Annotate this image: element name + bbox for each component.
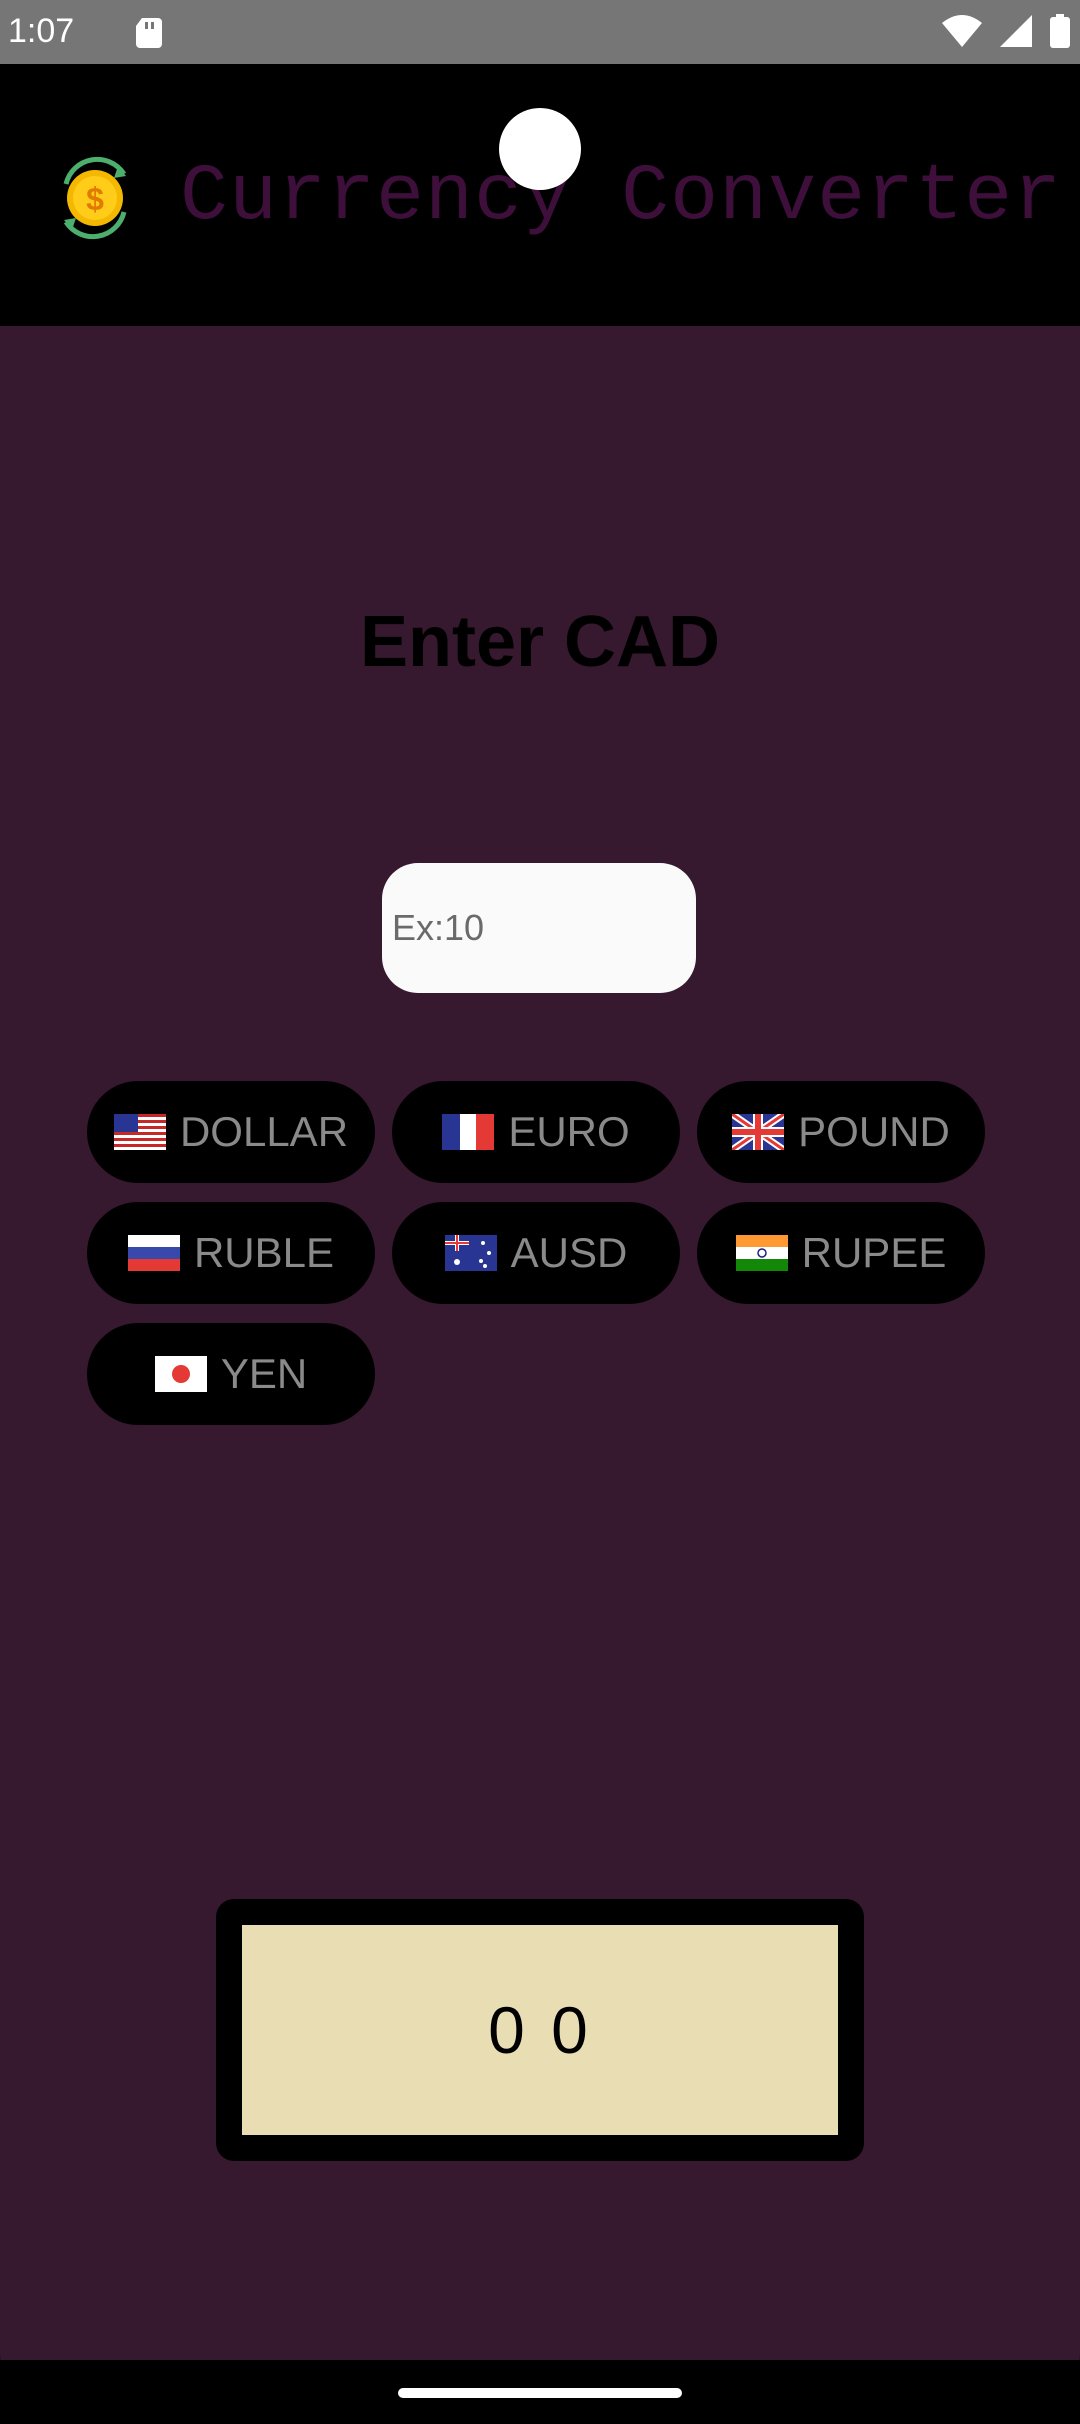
ruble-label: RUBLE: [193, 1229, 335, 1276]
wifi-icon: [942, 15, 982, 47]
enter-cad-heading: Enter CAD: [359, 602, 721, 682]
pound-button[interactable]: POUND: [697, 1081, 985, 1183]
pound-label: POUND: [798, 1108, 950, 1155]
device-frame: $ Currency Converter Enter CAD DOLLAR EU…: [0, 64, 1080, 2424]
ausd-label: AUSD: [510, 1229, 628, 1276]
rupee-button[interactable]: RUPEE: [697, 1202, 985, 1304]
yen-button[interactable]: YEN: [87, 1323, 375, 1425]
sd-card-icon: [136, 18, 162, 48]
result-box: 0 0: [216, 1899, 864, 2161]
us-flag-icon: [113, 1114, 166, 1150]
russia-flag-icon: [127, 1235, 180, 1271]
app-bar: $ Currency Converter: [0, 64, 1080, 326]
app-title: Currency Converter: [180, 152, 1063, 243]
india-flag-icon: [735, 1235, 788, 1271]
currency-exchange-logo-icon: $: [63, 156, 127, 240]
rupee-label: RUPEE: [801, 1229, 947, 1276]
france-flag-icon: [442, 1114, 495, 1150]
ruble-button[interactable]: RUBLE: [87, 1202, 375, 1304]
ausd-button[interactable]: AUSD: [392, 1202, 680, 1304]
uk-flag-icon: [732, 1114, 785, 1150]
amount-input[interactable]: [382, 863, 696, 993]
signal-icon: [1000, 15, 1032, 47]
euro-button[interactable]: EURO: [392, 1081, 680, 1183]
result-value: 0 0: [242, 1925, 838, 2135]
svg-text:$: $: [86, 181, 104, 217]
yen-label: YEN: [220, 1350, 308, 1397]
status-icons: [942, 14, 1070, 48]
main-content: Enter CAD DOLLAR EURO: [0, 326, 1080, 2360]
navigation-handle[interactable]: [398, 2388, 682, 2398]
australia-flag-icon: [444, 1235, 497, 1271]
dollar-button[interactable]: DOLLAR: [87, 1081, 375, 1183]
battery-icon: [1050, 14, 1070, 48]
dollar-label: DOLLAR: [179, 1108, 349, 1155]
euro-label: EURO: [508, 1108, 630, 1155]
camera-cutout: [499, 108, 581, 190]
status-bar: 1:07: [0, 0, 1080, 64]
status-time: 1:07: [8, 12, 75, 50]
japan-flag-icon: [154, 1356, 207, 1392]
